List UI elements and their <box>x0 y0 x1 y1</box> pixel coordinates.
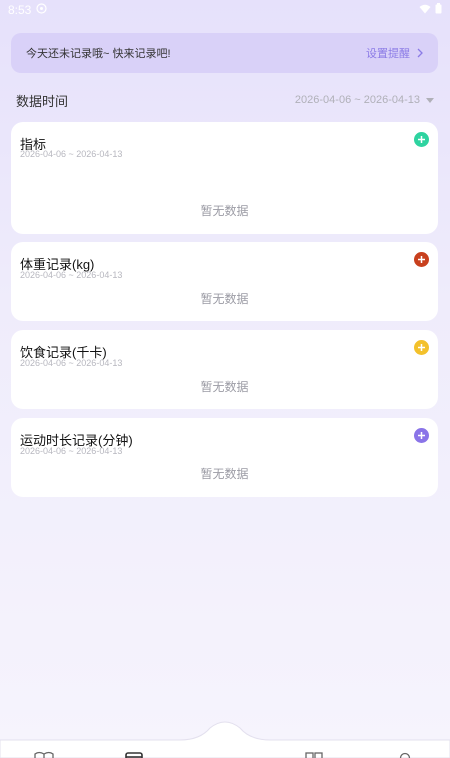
date-range-selector[interactable]: 2026-04-06 ~ 2026-04-13 <box>295 94 434 106</box>
plus-icon <box>418 136 425 143</box>
status-time: 8:53 <box>8 3 32 17</box>
wifi-icon <box>419 3 431 17</box>
date-range-row: 数据时间 2026-04-06 ~ 2026-04-13 <box>16 91 434 109</box>
add-diet-button[interactable] <box>414 340 429 355</box>
notification-icon <box>36 3 47 17</box>
weight-record-card: 体重记录(kg) 2026-04-06 ~ 2026-04-13 暂无数据 <box>11 242 438 321</box>
reminder-banner: 今天还未记录哦~ 快来记录吧! 设置提醒 <box>11 33 438 73</box>
empty-state-text: 暂无数据 <box>200 292 249 306</box>
set-reminder-label: 设置提醒 <box>366 48 410 60</box>
bottom-tab-bar <box>0 718 450 758</box>
date-range-value: 2026-04-06 ~ 2026-04-13 <box>294 94 420 106</box>
chevron-right-icon <box>417 48 423 58</box>
add-weight-button[interactable] <box>414 252 429 267</box>
empty-state-text: 暂无数据 <box>200 204 249 218</box>
plus-icon <box>418 432 425 439</box>
plus-icon <box>418 256 425 263</box>
status-bar: 8:53 <box>0 0 450 20</box>
tab-bar-background <box>0 721 450 758</box>
set-reminder-link[interactable]: 设置提醒 <box>366 45 424 61</box>
battery-icon <box>435 3 442 17</box>
add-exercise-button[interactable] <box>414 428 429 443</box>
empty-state-text: 暂无数据 <box>200 380 249 394</box>
banner-text: 今天还未记录哦~ 快来记录吧! <box>26 48 171 60</box>
card-date-range: 2026-04-06 ~ 2026-04-13 <box>20 149 123 159</box>
card-date-range: 2026-04-06 ~ 2026-04-13 <box>20 446 123 456</box>
tab-grid-icon[interactable] <box>303 750 325 758</box>
empty-state-text: 暂无数据 <box>200 467 249 481</box>
card-date-range: 2026-04-06 ~ 2026-04-13 <box>20 270 123 280</box>
diet-record-card: 饮食记录(千卡) 2026-04-06 ~ 2026-04-13 暂无数据 <box>11 330 438 409</box>
date-range-label: 数据时间 <box>16 93 69 109</box>
add-indicator-button[interactable] <box>414 132 429 147</box>
indicator-card: 指标 2026-04-06 ~ 2026-04-13 暂无数据 <box>11 122 438 234</box>
card-date-range: 2026-04-06 ~ 2026-04-13 <box>20 358 123 368</box>
tab-calendar-icon[interactable] <box>123 750 145 758</box>
exercise-record-card: 运动时长记录(分钟) 2026-04-06 ~ 2026-04-13 暂无数据 <box>11 418 438 497</box>
tab-book-icon[interactable] <box>33 750 55 758</box>
tab-profile-icon[interactable] <box>394 750 416 758</box>
caret-down-icon <box>426 97 434 103</box>
plus-icon <box>418 344 425 351</box>
